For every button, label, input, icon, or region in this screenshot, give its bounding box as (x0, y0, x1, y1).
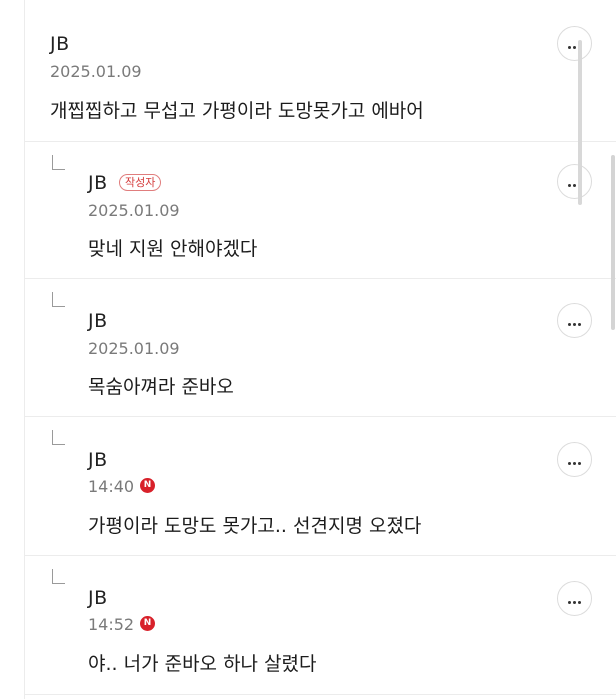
comment-author[interactable]: JB (88, 310, 108, 332)
comment-text: 목숨아껴라 준바오 (88, 376, 234, 398)
comment-author[interactable]: JB (88, 587, 108, 609)
reply-item: JB 작성자 2025.01.09 맞네 지원 안해야겠다 (24, 142, 616, 279)
comment-date: 14:40 (88, 477, 135, 496)
writer-badge: 작성자 (119, 174, 162, 191)
comment-item: JB 2025.01.09 개찝찝하고 무섭고 가평이라 도망못가고 에바어 (24, 0, 616, 142)
more-options-button[interactable] (557, 303, 592, 338)
comment-date: 2025.01.09 (88, 339, 180, 358)
more-options-icon (567, 589, 582, 608)
comment-text: 가평이라 도망도 못가고.. 선견지명 오졌다 (88, 515, 422, 537)
reply-item: JB 14:52 N 야.. 너가 준바오 하나 살렸다 (24, 556, 616, 695)
reply-arrow-icon (52, 155, 65, 170)
more-options-button[interactable] (557, 26, 592, 61)
page-scrollbar[interactable] (611, 155, 615, 330)
comment-text: 개찝찝하고 무섭고 가평이라 도망못가고 에바어 (50, 100, 424, 122)
comment-date: 2025.01.09 (88, 201, 180, 220)
reply-arrow-icon (52, 292, 65, 307)
comment-author[interactable]: JB (88, 172, 108, 194)
more-options-icon (567, 450, 582, 469)
comment-date: 2025.01.09 (50, 62, 142, 81)
comment-list-scrollbar[interactable] (578, 40, 582, 205)
more-options-button[interactable] (557, 581, 592, 616)
comment-date: 14:52 (88, 615, 135, 634)
comment-text: 야.. 너가 준바오 하나 살렸다 (88, 653, 317, 675)
comment-author[interactable]: JB (88, 449, 108, 471)
reply-arrow-icon (52, 430, 65, 445)
comment-text: 맞네 지원 안해야겠다 (88, 238, 258, 260)
reply-item: JB 14:40 N 가평이라 도망도 못가고.. 선견지명 오졌다 (24, 417, 616, 556)
reply-arrow-icon (52, 569, 65, 584)
new-badge-icon: N (140, 616, 155, 631)
more-options-icon (567, 311, 582, 330)
more-options-button[interactable] (557, 442, 592, 477)
reply-item: JB 2025.01.09 목숨아껴라 준바오 (24, 279, 616, 417)
more-options-button[interactable] (557, 164, 592, 199)
comment-author[interactable]: JB (50, 33, 70, 55)
new-badge-icon: N (140, 478, 155, 493)
